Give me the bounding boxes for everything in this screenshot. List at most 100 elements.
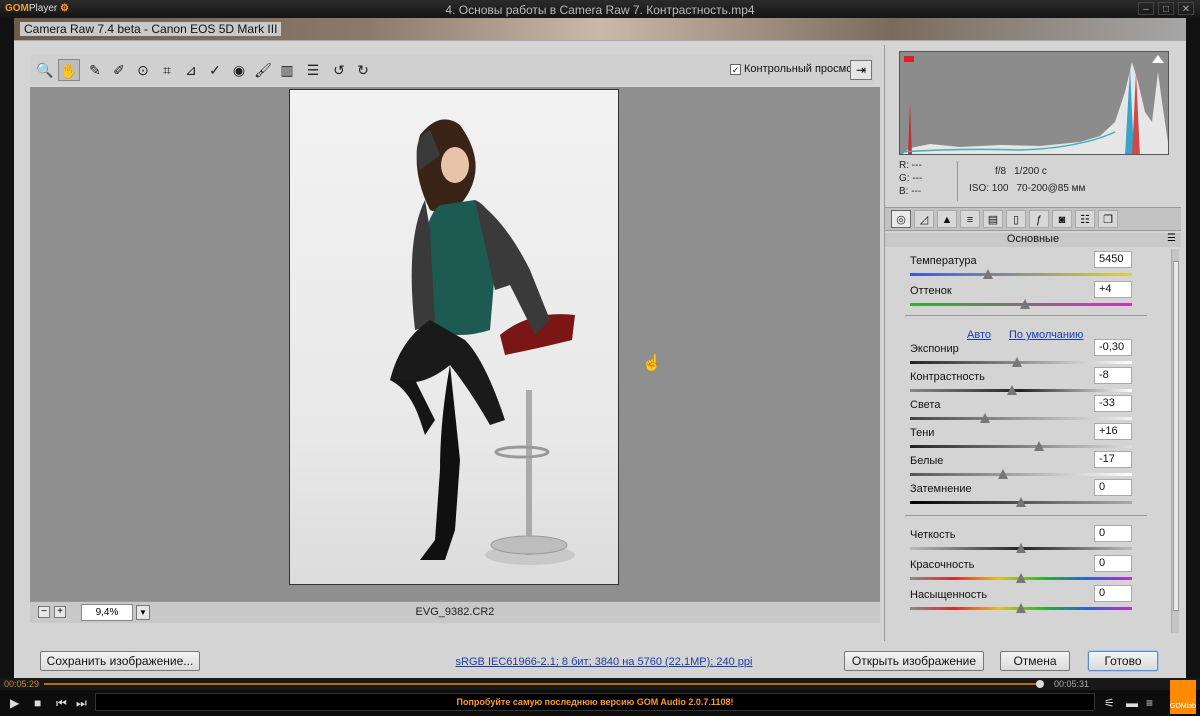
- minimize-icon[interactable]: –: [1138, 2, 1154, 15]
- zoom-tool-icon[interactable]: 🔍: [34, 59, 56, 81]
- slider-label: Экспониp: [910, 343, 959, 355]
- slider-thumb[interactable]: [1016, 497, 1026, 507]
- slider-thumb[interactable]: [1020, 299, 1031, 309]
- cancel-button[interactable]: Отмена: [1000, 651, 1070, 671]
- slider-thumb[interactable]: [1011, 357, 1022, 367]
- slider-value[interactable]: -0,30: [1094, 339, 1132, 356]
- slider-value[interactable]: 0: [1094, 525, 1132, 542]
- tab-detail-icon[interactable]: ▲: [937, 210, 957, 228]
- slider-label: Оттенок: [910, 285, 952, 297]
- color-sampler-icon[interactable]: ✐: [108, 59, 130, 81]
- fullscreen-icon[interactable]: ⇥: [850, 60, 872, 80]
- gomlab-label: GOMlab: [1170, 703, 1197, 710]
- slider-track[interactable]: [910, 417, 1132, 420]
- rotate-left-icon[interactable]: ↺: [328, 59, 350, 81]
- straighten-tool-icon[interactable]: ⊿: [180, 59, 202, 81]
- player-titlebar: GOMPlayer ⚙ 4. Основы работы в Camera Ra…: [0, 0, 1200, 18]
- white-balance-tool-icon[interactable]: ✎: [84, 59, 106, 81]
- hand-tool-icon[interactable]: ✋: [58, 59, 80, 81]
- slider-thumb[interactable]: [980, 413, 991, 423]
- tab-basic-icon[interactable]: ◎: [891, 210, 911, 228]
- previous-icon[interactable]: ⏮: [56, 696, 67, 711]
- slider-track[interactable]: [910, 445, 1132, 448]
- file-name: EVG_9382.CR2: [415, 606, 495, 618]
- slider-value[interactable]: +16: [1094, 423, 1132, 440]
- status-bar: − + 9,4% ▼ EVG_9382.CR2: [30, 601, 880, 623]
- scrollbar-thumb[interactable]: [1173, 261, 1179, 611]
- slider-value[interactable]: -33: [1094, 395, 1132, 412]
- maximize-icon[interactable]: □: [1158, 2, 1174, 15]
- panel-scrollbar[interactable]: [1171, 249, 1179, 633]
- slider-track[interactable]: [910, 273, 1132, 276]
- red-eye-icon[interactable]: ◉: [228, 59, 250, 81]
- tab-camera-calibration-icon[interactable]: ◙: [1052, 210, 1072, 228]
- image-canvas[interactable]: ☝: [30, 87, 880, 601]
- divider: [905, 315, 1147, 316]
- spot-removal-icon[interactable]: ✓: [204, 59, 226, 81]
- b-value: B: ---: [899, 186, 922, 197]
- screen: GOMPlayer ⚙ 4. Основы работы в Camera Ra…: [0, 0, 1200, 716]
- slider-track[interactable]: [910, 473, 1132, 476]
- slider-thumb[interactable]: [1016, 543, 1026, 553]
- adjustment-brush-icon[interactable]: 🖌: [252, 59, 274, 81]
- slider-value[interactable]: 0: [1094, 479, 1132, 496]
- slider-value[interactable]: +4: [1094, 281, 1132, 298]
- tab-hsl-icon[interactable]: ≡: [960, 210, 980, 228]
- target-adjust-icon[interactable]: ⊙: [132, 59, 154, 81]
- default-link[interactable]: По умолчанию: [1009, 329, 1083, 341]
- rotate-right-icon[interactable]: ↻: [352, 59, 374, 81]
- slider-value[interactable]: 5450: [1094, 251, 1132, 268]
- gomlab-button[interactable]: GOMlab: [1170, 680, 1196, 714]
- tab-presets-icon[interactable]: ☷: [1075, 210, 1095, 228]
- crop-tool-icon[interactable]: ⌗: [156, 59, 178, 81]
- shutter-speed: 1/200 с: [1014, 166, 1047, 177]
- rgb-readout: R: --- G: --- B: ---: [899, 159, 922, 198]
- slider-thumb[interactable]: [1007, 385, 1018, 395]
- slider-value[interactable]: -17: [1094, 451, 1132, 468]
- preferences-icon[interactable]: ☰: [302, 59, 324, 81]
- done-button[interactable]: Готово: [1088, 651, 1158, 671]
- photo-illustration: [390, 119, 575, 565]
- panel-menu-icon[interactable]: ☰: [1167, 233, 1176, 244]
- slider-thumb[interactable]: [998, 469, 1009, 479]
- playlist-icon[interactable]: ⚟: [1104, 696, 1115, 710]
- slider-thumb[interactable]: [982, 269, 993, 279]
- divider: [905, 515, 1147, 516]
- tab-effects-icon[interactable]: ƒ: [1029, 210, 1049, 228]
- next-icon[interactable]: ⏭: [76, 696, 87, 711]
- toolbar: 🔍 ✋ ✎ ✐ ⊙ ⌗ ⊿ ✓ ◉ 🖌 ▥ ☰ ↺ ↻ ✓ Контрольны…: [30, 55, 874, 85]
- slider-thumb[interactable]: [1016, 603, 1026, 613]
- slider-value[interactable]: 0: [1094, 555, 1132, 572]
- slider-thumb[interactable]: [1033, 441, 1044, 451]
- graduated-filter-icon[interactable]: ▥: [276, 59, 298, 81]
- stop-icon[interactable]: ■: [34, 696, 41, 710]
- save-image-button[interactable]: Сохранить изображение...: [40, 651, 200, 671]
- workflow-options-link[interactable]: sRGB IEC61966-2.1; 8 бит; 3840 на 5760 (…: [394, 656, 814, 668]
- tab-split-toning-icon[interactable]: ▤: [983, 210, 1003, 228]
- seek-knob[interactable]: [1036, 680, 1044, 688]
- shadow-clipping-icon[interactable]: [904, 56, 914, 62]
- seek-progress[interactable]: [44, 683, 1040, 685]
- slider-track[interactable]: [910, 389, 1132, 392]
- time-current: 00:05:29: [4, 679, 40, 689]
- slider-label: Контрастность: [910, 371, 985, 383]
- tab-tone-curve-icon[interactable]: ◿: [914, 210, 934, 228]
- promo-message[interactable]: Попробуйте самую последнюю версию GOM Au…: [95, 693, 1095, 711]
- aperture: f/8: [995, 166, 1007, 177]
- slider-thumb[interactable]: [1016, 573, 1026, 583]
- close-icon[interactable]: ✕: [1178, 2, 1194, 15]
- slider-value[interactable]: -8: [1094, 367, 1132, 384]
- open-image-button[interactable]: Открыть изображение: [844, 651, 984, 671]
- menu-icon[interactable]: ≡: [1146, 696, 1153, 710]
- slider-label: Тени: [910, 427, 935, 439]
- tab-snapshots-icon[interactable]: ❐: [1098, 210, 1118, 228]
- slider-value[interactable]: 0: [1094, 585, 1132, 602]
- seek-bar[interactable]: 00:05:29 00:05:31: [0, 678, 1200, 690]
- tab-lens-icon[interactable]: ▯: [1006, 210, 1026, 228]
- video-area: Camera Raw 7.4 beta - Canon EOS 5D Mark …: [14, 18, 1186, 678]
- play-icon[interactable]: ▶: [10, 696, 19, 710]
- volume-icon[interactable]: ▬: [1126, 696, 1138, 710]
- highlight-clipping-icon[interactable]: [1152, 55, 1164, 63]
- auto-link[interactable]: Авто: [967, 329, 991, 341]
- preview-checkbox[interactable]: ✓ Контрольный просмотр: [730, 63, 863, 75]
